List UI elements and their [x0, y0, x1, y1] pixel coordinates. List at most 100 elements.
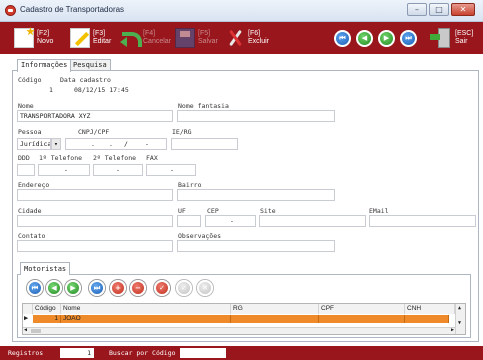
email-label: EMail — [369, 207, 389, 215]
nome-label: Nome — [18, 102, 34, 110]
row-pointer-icon: ▶ — [24, 314, 29, 322]
grid-cell-cnh[interactable] — [405, 315, 449, 323]
data-cadastro-label: Data cadastro — [60, 76, 111, 84]
grid-header-rg[interactable]: RG — [231, 304, 319, 314]
grid-vertical-scrollbar[interactable]: ▲ ▼ — [455, 304, 465, 334]
novo-button[interactable]: [F2] Novo — [14, 26, 53, 50]
grid-cell-codigo[interactable]: 1 — [33, 315, 61, 323]
nome-fantasia-label: Nome fantasia — [178, 102, 229, 110]
salvar-button[interactable]: [F5] Salvar — [175, 26, 218, 50]
tab-informacoes[interactable]: Informações — [17, 59, 72, 72]
grid-cell-cpf[interactable] — [319, 315, 405, 323]
motorista-previous-button[interactable]: ◀ — [46, 280, 62, 296]
previous-record-button[interactable]: ◀ — [356, 30, 373, 47]
grid-header-codigo[interactable]: Código — [33, 304, 61, 314]
grid-header-cpf[interactable]: CPF — [319, 304, 405, 314]
toolbar: [F2] Novo [F3] Editar [F4] Cancelar [F5] Sal… — [0, 22, 483, 54]
scroll-up-icon[interactable]: ▲ — [458, 305, 461, 311]
grid-cell-nome[interactable]: JOAO — [61, 315, 231, 323]
motorista-last-button[interactable]: ⏭ — [89, 280, 105, 296]
registros-count: 1 — [60, 348, 94, 358]
cnpj-cpf-input[interactable] — [65, 138, 167, 150]
grid-cell-rg[interactable] — [231, 315, 319, 323]
first-record-button[interactable]: ⏮ — [334, 30, 351, 47]
site-input[interactable] — [259, 215, 366, 227]
salvar-key: [F5] — [198, 30, 211, 37]
dropdown-arrow-icon[interactable]: ▾ — [51, 138, 61, 150]
site-label: Site — [260, 207, 276, 215]
cnpj-mask-dash: - — [145, 140, 149, 148]
status-bar: Registros 1 Buscar por Código — [0, 346, 483, 360]
salvar-label: Salvar — [198, 38, 218, 45]
maximize-button[interactable]: □ — [429, 3, 449, 16]
next-record-button[interactable]: ▶ — [378, 30, 395, 47]
window-title: Cadastro de Transportadoras — [20, 5, 125, 14]
cnpj-cpf-label: CNPJ/CPF — [78, 128, 110, 136]
cancelar-label: Cancelar — [143, 38, 172, 45]
editar-button[interactable]: [F3] Editar — [70, 26, 111, 50]
endereco-label: Endereço — [18, 181, 50, 189]
pessoa-select[interactable]: Jurídica — [17, 138, 51, 150]
motorista-cancel-button[interactable]: ✕ — [197, 280, 213, 296]
grid-indicator-header — [23, 304, 33, 314]
uf-input[interactable] — [177, 215, 201, 227]
grid-horizontal-scrollbar[interactable]: ◀ ▶ — [23, 327, 455, 334]
title-bar: Cadastro de Transportadoras – □ ✕ — [0, 0, 483, 22]
cancelar-button[interactable]: [F4] Cancelar — [120, 26, 171, 50]
grid-header-cnh[interactable]: CNH — [405, 304, 455, 314]
bairro-input[interactable] — [177, 189, 335, 201]
scroll-down-icon[interactable]: ▼ — [458, 320, 461, 326]
endereco-input[interactable] — [17, 189, 173, 201]
motoristas-grid[interactable]: Código Nome RG CPF CNH ▶ 1 JOAO ▲ ▼ ◀ ▶ — [22, 303, 466, 335]
buscar-codigo-input[interactable] — [180, 348, 226, 358]
cep-mask-dash: - — [230, 217, 234, 225]
delete-scissors-icon — [225, 28, 245, 48]
cep-label: CEP — [207, 207, 219, 215]
telefone1-mask-dash: - — [64, 166, 68, 174]
excluir-button[interactable]: [F6] Excluir — [225, 26, 269, 50]
app-icon — [5, 5, 16, 16]
fax-label: FAX — [146, 154, 158, 162]
motorista-add-button[interactable]: + — [110, 280, 126, 296]
motorista-next-button[interactable]: ▶ — [65, 280, 81, 296]
editar-label: Editar — [93, 38, 112, 45]
close-button[interactable]: ✕ — [451, 3, 475, 16]
nome-input[interactable]: TRANSPORTADORA XYZ — [17, 110, 173, 122]
motoristas-tab[interactable]: Motoristas — [20, 262, 71, 275]
exit-door-icon — [430, 28, 452, 48]
ie-rg-input[interactable] — [171, 138, 238, 150]
cnpj-mask-dot-1: . — [91, 140, 95, 148]
codigo-value: 1 — [49, 86, 53, 94]
fax-mask-dash: - — [170, 166, 174, 174]
excluir-key: [F6] — [248, 30, 261, 37]
registros-label: Registros — [8, 349, 44, 357]
editar-key: [F3] — [93, 30, 106, 37]
scroll-right-icon[interactable]: ▶ — [451, 327, 454, 333]
grid-header-nome[interactable]: Nome — [61, 304, 231, 314]
cidade-input[interactable] — [17, 215, 173, 227]
contato-label: Contato — [18, 232, 46, 240]
new-document-icon — [14, 28, 34, 48]
motorista-confirm-button[interactable]: ✓ — [176, 280, 192, 296]
last-record-button[interactable]: ⏭ — [400, 30, 417, 47]
data-cadastro-value: 08/12/15 17:45 — [74, 86, 129, 94]
motorista-first-button[interactable]: ⏮ — [27, 280, 43, 296]
bairro-label: Bairro — [178, 181, 202, 189]
contato-input[interactable] — [17, 240, 173, 252]
sair-label: Sair — [455, 38, 468, 45]
telefone2-label: 2º Telefone — [93, 154, 137, 162]
observacoes-input[interactable] — [177, 240, 335, 252]
observacoes-label: Observações — [178, 232, 222, 240]
motorista-remove-button[interactable]: − — [130, 280, 146, 296]
email-input[interactable] — [369, 215, 476, 227]
minimize-button[interactable]: – — [407, 3, 427, 16]
sair-key: [ESC] — [455, 30, 474, 37]
nome-fantasia-input[interactable] — [177, 110, 335, 122]
save-floppy-icon — [175, 28, 195, 48]
horizontal-scroll-thumb[interactable] — [31, 329, 41, 333]
sair-button[interactable]: [ESC] Sair — [430, 26, 474, 50]
motorista-edit-button[interactable]: ✓ — [154, 280, 170, 296]
scroll-left-icon[interactable]: ◀ — [24, 327, 27, 333]
cidade-label: Cidade — [18, 207, 42, 215]
ddd-input[interactable] — [17, 164, 35, 176]
